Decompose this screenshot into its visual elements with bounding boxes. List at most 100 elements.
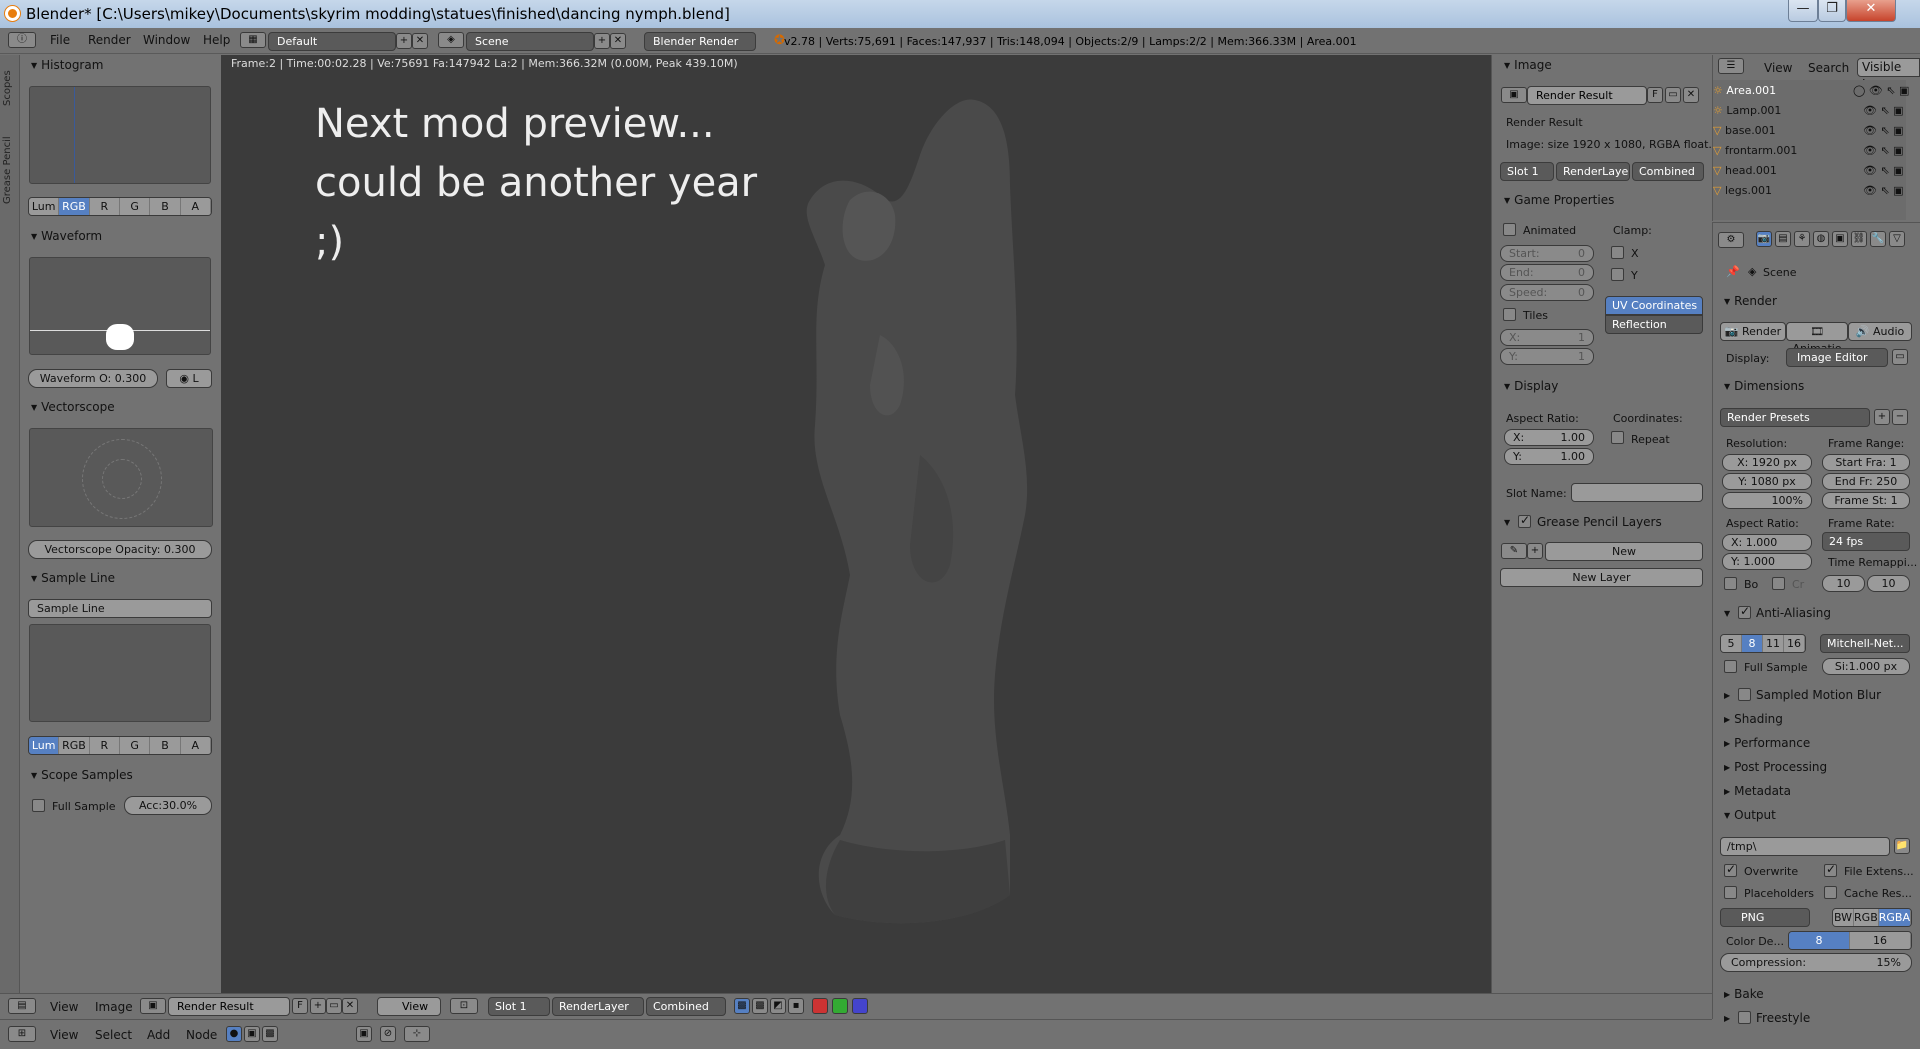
scene-tab-icon[interactable]: ⚘	[1794, 231, 1810, 247]
editor-type-properties-icon[interactable]: ⚙	[1718, 232, 1744, 248]
resolution-percentage-field[interactable]: 100%	[1722, 492, 1812, 509]
outliner-item-legs-001[interactable]: ▽ legs.001 👁 ⇖ ▣	[1713, 182, 1913, 200]
add-layout-icon[interactable]: +	[396, 33, 412, 49]
placeholders-checkbox[interactable]	[1724, 886, 1737, 899]
frame-step-field[interactable]: Frame St: 1	[1822, 492, 1910, 509]
snap-icon[interactable]: ⊘	[380, 1026, 396, 1042]
outliner-item-lamp-001[interactable]: ☼ Lamp.001 👁 ⇖ ▣	[1713, 102, 1913, 120]
tiles-y-field[interactable]: Y: 1	[1500, 348, 1594, 365]
anim-speed-field[interactable]: Speed: 0	[1500, 284, 1594, 301]
editor-type-image-icon[interactable]: ▤	[8, 998, 36, 1014]
pass-select[interactable]: Combined	[1632, 162, 1704, 181]
menu-render[interactable]: Render	[88, 33, 131, 47]
render-engine-select[interactable]: Blender Render	[644, 32, 756, 51]
shader-nodes-icon[interactable]: ●	[226, 1026, 242, 1042]
grease-pencil-layers-checkbox[interactable]	[1518, 513, 1531, 528]
motion-blur-header[interactable]	[1724, 688, 1734, 702]
node-menu-view[interactable]: View	[50, 1028, 78, 1042]
channel-rgb[interactable]: RGB	[59, 737, 90, 754]
visibility-icons[interactable]: ◯ 👁 ⇖ ▣	[1853, 82, 1909, 100]
channel-a[interactable]: A	[180, 198, 211, 215]
waveform-header[interactable]: Waveform	[31, 229, 102, 243]
color-depth-8[interactable]: 8	[1789, 932, 1850, 949]
vectorscope-header[interactable]: Vectorscope	[31, 400, 114, 414]
constraints-tab-icon[interactable]: ⛓	[1851, 231, 1867, 247]
cache-result-checkbox[interactable]	[1824, 886, 1837, 899]
display-header[interactable]: Display	[1504, 379, 1558, 393]
sample-line-button[interactable]: Sample Line	[28, 599, 212, 618]
resolution-x-field[interactable]: X: 1920 px	[1722, 454, 1812, 471]
performance-header[interactable]: Performance	[1724, 736, 1810, 750]
render-layer-select[interactable]: RenderLaye	[1556, 162, 1630, 181]
aa-sample-5[interactable]: 5	[1721, 635, 1742, 652]
aa-samples-selector[interactable]: 5 8 11 16	[1720, 634, 1806, 653]
overwrite-checkbox[interactable]	[1724, 862, 1737, 877]
pivot-icon[interactable]: ⊡	[450, 998, 478, 1014]
game-properties-header[interactable]: Game Properties	[1504, 193, 1614, 207]
visibility-icons[interactable]: 👁 ⇖ ▣	[1863, 142, 1904, 160]
snap-element-icon[interactable]: ⊹	[404, 1026, 430, 1042]
slot-select[interactable]: Slot 1	[488, 997, 550, 1016]
slot-name-input[interactable]	[1571, 483, 1703, 502]
file-format-select[interactable]: PNG	[1720, 908, 1810, 927]
output-path-input[interactable]: /tmp\	[1720, 837, 1890, 856]
aa-full-sample-checkbox[interactable]	[1724, 660, 1737, 673]
accuracy-slider[interactable]: Acc:30.0%	[124, 796, 212, 815]
output-header[interactable]: Output	[1724, 808, 1776, 822]
screen-layout-icon[interactable]: ▦	[240, 32, 266, 48]
pass-select[interactable]: Combined	[646, 997, 726, 1016]
image-panel-open-icon[interactable]: ▭	[1665, 87, 1681, 103]
aa-filter-select[interactable]: Mitchell-Net...	[1820, 634, 1910, 653]
histogram-channel-selector[interactable]: Lum RGB R G B A	[28, 197, 212, 216]
display-aspect-y[interactable]: Y: 1.00	[1504, 448, 1594, 465]
reflection-option[interactable]: Reflection	[1605, 315, 1703, 334]
add-scene-icon[interactable]: +	[594, 33, 610, 49]
channel-g[interactable]: G	[119, 198, 151, 215]
remap-old-field[interactable]: 10	[1822, 575, 1865, 592]
animated-checkbox[interactable]	[1503, 223, 1516, 236]
channel-lum[interactable]: Lum	[29, 198, 60, 215]
channel-r[interactable]: R	[89, 198, 120, 215]
tab-scopes[interactable]: Scopes	[2, 63, 18, 113]
compositing-nodes-icon[interactable]: ▣	[244, 1026, 260, 1042]
compression-slider[interactable]: Compression: 15%	[1720, 953, 1912, 972]
outliner-menu-search[interactable]: Search	[1808, 61, 1849, 75]
image-browse-icon[interactable]: ▣	[1501, 87, 1527, 103]
channel-rgb[interactable]: RGB	[59, 198, 90, 215]
display-aspect-x[interactable]: X: 1.00	[1504, 429, 1594, 446]
display-zbuffer-icon[interactable]: ▪	[788, 998, 804, 1014]
bake-header[interactable]: Bake	[1724, 987, 1764, 1001]
outliner-item-base-001[interactable]: ▽ base.001 👁 ⇖ ▣	[1713, 122, 1913, 140]
tiles-x-field[interactable]: X: 1	[1500, 329, 1594, 346]
delete-layout-icon[interactable]: ✕	[412, 33, 428, 49]
anti-aliasing-header[interactable]	[1724, 606, 1734, 620]
filter-size-field[interactable]: Si:1.000 px	[1822, 658, 1910, 675]
menu-help[interactable]: Help	[203, 33, 230, 47]
view-mode-select[interactable]: View	[377, 997, 441, 1016]
add-preset-icon[interactable]: +	[1874, 409, 1890, 425]
aa-sample-8[interactable]: 8	[1742, 635, 1763, 652]
node-menu-node[interactable]: Node	[186, 1028, 217, 1042]
color-depth-selector[interactable]: 8 16	[1788, 931, 1912, 950]
aspect-y-field[interactable]: Y: 1.000	[1722, 553, 1812, 570]
anti-aliasing-checkbox[interactable]	[1738, 604, 1751, 619]
minimize-button[interactable]: —	[1788, 0, 1818, 22]
scope-samples-header[interactable]: Scope Samples	[31, 768, 133, 782]
layers-tab-icon[interactable]: ▤	[1775, 231, 1791, 247]
color-mode-bw[interactable]: BW	[1833, 909, 1855, 926]
menu-file[interactable]: File	[50, 33, 70, 47]
render-layer-select[interactable]: RenderLayer	[552, 997, 644, 1016]
image-panel-unlink-icon[interactable]: ✕	[1683, 87, 1699, 103]
menu-view[interactable]: View	[50, 1000, 78, 1014]
metadata-header[interactable]: Metadata	[1724, 784, 1791, 798]
image-panel-header[interactable]: Image	[1504, 58, 1552, 72]
fake-user-button[interactable]: F	[292, 998, 308, 1014]
pin-icon[interactable]: 📌	[1726, 265, 1740, 278]
aa-sample-16[interactable]: 16	[1784, 635, 1805, 652]
data-tab-icon[interactable]: ▽	[1889, 231, 1905, 247]
channel-b[interactable]: B	[150, 737, 181, 754]
full-sample-checkbox[interactable]	[32, 799, 45, 812]
render-image-button[interactable]: 📷 Render	[1720, 322, 1786, 341]
object-tab-icon[interactable]: ▣	[1832, 231, 1848, 247]
image-panel-fake-user[interactable]: F	[1647, 87, 1663, 103]
